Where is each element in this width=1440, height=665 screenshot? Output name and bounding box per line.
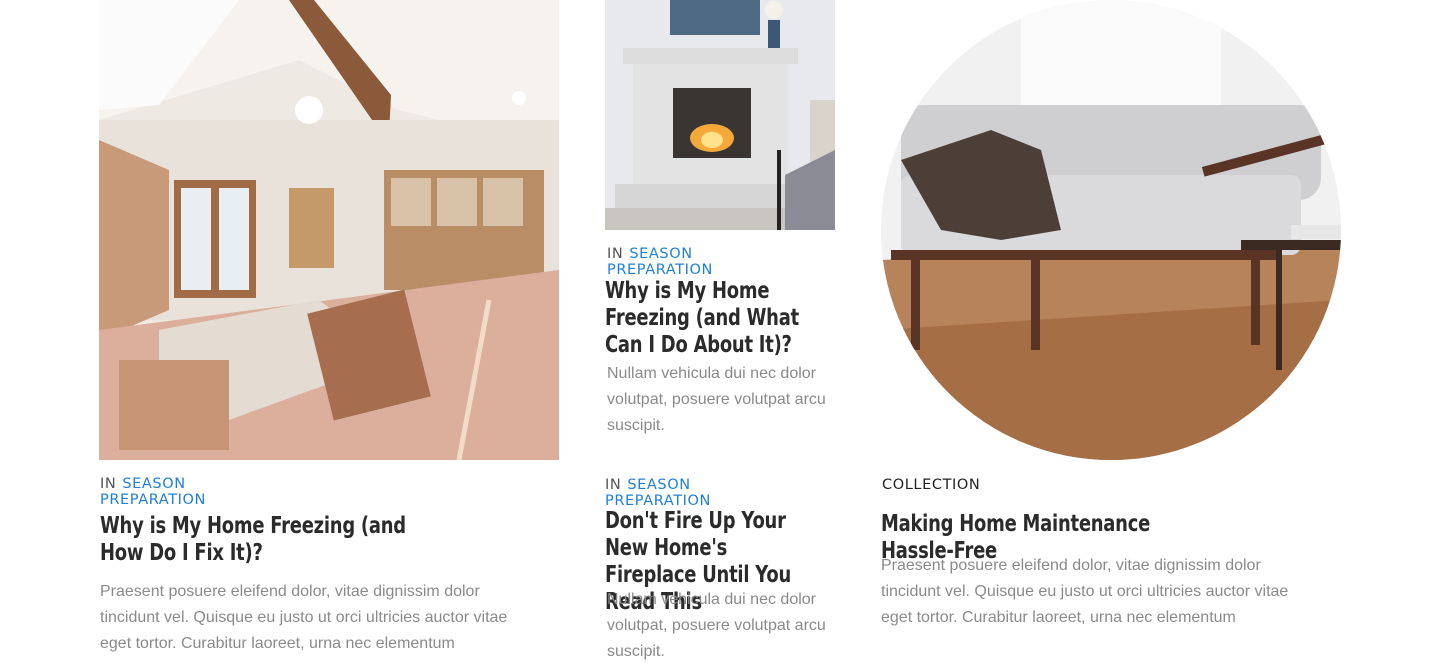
- category-prefix: IN: [100, 476, 117, 492]
- post-image-fireplace[interactable]: [605, 0, 835, 230]
- post-title[interactable]: Why is My Home Freezing (and How Do I Fi…: [100, 513, 408, 567]
- category-prefix: IN: [605, 477, 622, 493]
- post-image-renovation[interactable]: [99, 0, 559, 460]
- post-category: COLLECTION: [882, 477, 980, 493]
- sofa-image: [881, 0, 1341, 460]
- fireplace-image: [605, 0, 835, 230]
- post-image-sofa[interactable]: [881, 0, 1341, 460]
- post-excerpt: Nullam vehicula dui nec dolor volutpat, …: [607, 365, 826, 434]
- post-category: IN SEASON PREPARATION: [100, 476, 206, 508]
- post-title[interactable]: Why is My Home Freezing (and What Can I …: [605, 278, 826, 359]
- category-prefix: IN: [607, 246, 624, 262]
- post-excerpt: Praesent posuere eleifend dolor, vitae d…: [881, 557, 1289, 626]
- post-excerpt: Praesent posuere eleifend dolor, vitae d…: [100, 583, 508, 652]
- post-category: IN SEASON PREPARATION: [605, 477, 711, 509]
- post-category: IN SEASON PREPARATION: [607, 246, 713, 278]
- post-excerpt: Nullam vehicula dui nec dolor volutpat, …: [607, 591, 826, 660]
- category-link[interactable]: COLLECTION: [882, 477, 980, 493]
- renovation-room-image: [99, 0, 559, 460]
